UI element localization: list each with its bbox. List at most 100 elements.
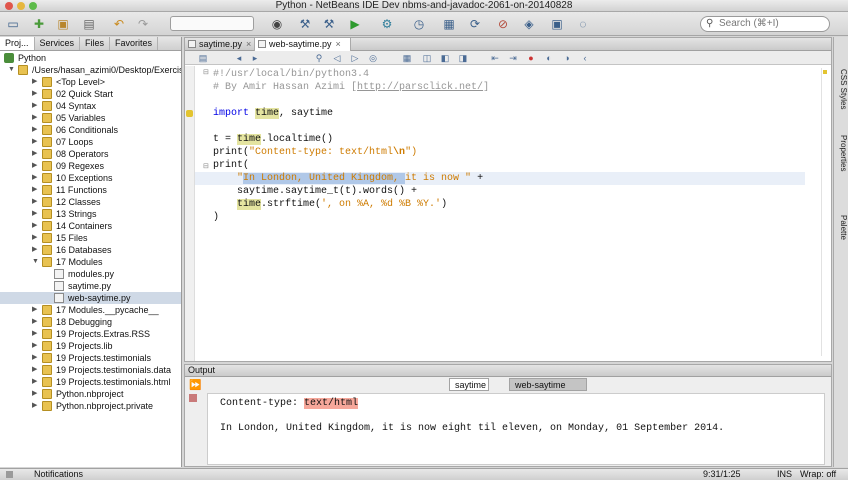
tree-folder-item[interactable]: ▶ 19 Projects.lib [0,340,181,352]
minimize-window-button[interactable] [17,2,25,10]
back-icon[interactable]: ◂ [233,52,245,64]
notifications-label[interactable]: Notifications [34,469,83,480]
new-file-icon[interactable]: ▭ [4,15,22,33]
chevron-right-icon[interactable]: ▶ [32,136,37,148]
chevron-right-icon[interactable]: ▶ [32,364,37,376]
next-bookmark-icon[interactable]: ◨ [457,52,469,64]
new-project-icon[interactable]: ✚ [30,15,48,33]
refresh-icon[interactable]: ◌ [574,15,592,33]
tab-services[interactable]: Services [35,37,81,50]
output-tab-saytime[interactable]: saytime [449,378,489,391]
chevron-right-icon[interactable]: ▶ [32,160,37,172]
open-project-icon[interactable]: ▣ [54,15,72,33]
tab-saytime[interactable]: saytime.py × [185,38,255,51]
close-tab-icon[interactable]: × [336,39,341,49]
chevron-right-icon[interactable]: ▶ [32,376,37,388]
find-next-icon[interactable]: ▷ [349,52,361,64]
fold-icon[interactable]: ⊟ [203,68,209,76]
chevron-right-icon[interactable]: ▶ [32,400,37,412]
code-area[interactable]: #!/usr/local/bin/python3.4 # By Amir Has… [195,66,823,361]
find-selection-icon[interactable]: ◎ [367,52,379,64]
tree-folder-item[interactable]: ▼ 17 Modules [0,256,181,268]
tree-file-item[interactable]: modules.py [0,268,181,280]
tree-folder-item[interactable]: ▶ 14 Containers [0,220,181,232]
source-view-icon[interactable]: ▤ [197,52,209,64]
tree-source-folder[interactable]: ▼ /Users/hasan_azimi0/Desktop/Exercises [0,64,181,76]
stop-icon[interactable] [189,394,197,402]
chevron-right-icon[interactable]: ▶ [32,196,37,208]
output-console[interactable]: Content-type: text/html In London, Unite… [207,393,825,465]
tree-folder-item[interactable]: ▶ 07 Loops [0,136,181,148]
chevron-right-icon[interactable]: ▶ [32,112,37,124]
palette-tab[interactable]: Palette [835,215,848,240]
find-previous-icon[interactable]: ◁ [331,52,343,64]
tree-folder-item[interactable]: ▶ 12 Classes [0,196,181,208]
chevron-right-icon[interactable]: ▶ [32,148,37,160]
run-icon[interactable]: ▶ [346,15,364,33]
error-stripe-marker[interactable] [823,70,827,74]
chevron-right-icon[interactable]: ▶ [32,172,37,184]
toggle-highlight-icon[interactable]: ▦ [401,52,413,64]
tree-folder-item[interactable]: ▶ 19 Projects.testimonials.html [0,376,181,388]
shift-left-icon[interactable]: ⇤ [489,52,501,64]
chevron-right-icon[interactable]: ▶ [32,340,37,352]
build-icon[interactable]: ⚒ [296,15,314,33]
tree-folder-item[interactable]: ▶ <Top Level> [0,76,181,88]
chevron-right-icon[interactable]: ▶ [32,88,37,100]
chevron-right-icon[interactable]: ▶ [32,304,37,316]
chevron-right-icon[interactable]: ▶ [32,220,37,232]
debug-icon[interactable]: ⚙ [378,15,396,33]
tree-folder-item[interactable]: ▶ 16 Databases [0,244,181,256]
tree-file-item[interactable]: web-saytime.py [0,292,181,304]
rerun-icon[interactable]: ⏩ [189,380,201,391]
editor-scrollbar[interactable] [821,68,827,356]
test-icon[interactable]: ▣ [548,15,566,33]
apply-changes-icon[interactable]: ⟳ [466,15,484,33]
profile-project-icon[interactable]: ⊘ [494,15,512,33]
tab-files[interactable]: Files [80,37,111,50]
tab-projects[interactable]: Proj... [0,37,35,50]
tree-file-item[interactable]: saytime.py [0,280,181,292]
tree-folder-item[interactable]: ▶ 06 Conditionals [0,124,181,136]
redo-icon[interactable]: ↷ [134,15,152,33]
set-project-config-icon[interactable]: ◉ [268,15,286,33]
previous-bookmark-icon[interactable]: ◧ [439,52,451,64]
forward-icon[interactable]: ▸ [249,52,261,64]
attach-debugger-icon[interactable]: ▦ [440,15,458,33]
clean-build-icon[interactable]: ⚒ [320,15,338,33]
tree-folder-item[interactable]: ▶ 19 Projects.testimonials [0,352,181,364]
tree-folder-item[interactable]: ▶ 04 Syntax [0,100,181,112]
output-header[interactable]: Output [185,365,831,377]
chevron-right-icon[interactable]: ▶ [32,316,37,328]
warning-icon[interactable] [186,110,193,117]
find-icon[interactable]: ⚲ [313,52,325,64]
close-tab-icon[interactable]: × [246,39,251,49]
start-macro-icon[interactable]: ◐ [543,52,555,64]
undo-icon[interactable]: ↶ [110,15,128,33]
css-styles-tab[interactable]: CSS Styles [835,69,848,109]
tree-folder-item[interactable]: ▶ 13 Strings [0,208,181,220]
tree-folder-item[interactable]: ▶ Python.nbproject.private [0,400,181,412]
save-all-icon[interactable]: ▤ [80,15,98,33]
fold-icon[interactable]: ⊟ [203,162,209,170]
take-snapshot-icon[interactable]: ◈ [520,15,538,33]
close-window-button[interactable] [5,2,13,10]
chevron-right-icon[interactable]: ▶ [32,244,37,256]
search-input[interactable]: ⚲ Search (⌘+I) [700,16,830,32]
tree-folder-item[interactable]: ▶ 15 Files [0,232,181,244]
tree-folder-item[interactable]: ▶ 10 Exceptions [0,172,181,184]
chevron-right-icon[interactable]: ▶ [32,328,37,340]
tree-folder-item[interactable]: ▶ 11 Functions [0,184,181,196]
profile-icon[interactable]: ◷ [410,15,428,33]
chevron-right-icon[interactable]: ▶ [32,208,37,220]
chevron-right-icon[interactable]: ▶ [32,100,37,112]
tree-folder-item[interactable]: ▶ 19 Projects.Extras.RSS [0,328,181,340]
tree-folder-item[interactable]: ▶ 09 Regexes [0,160,181,172]
zoom-window-button[interactable] [29,2,37,10]
chevron-right-icon[interactable]: ▶ [32,352,37,364]
configuration-select[interactable] [170,16,254,31]
chevron-right-icon[interactable]: ▶ [32,184,37,196]
chevron-right-icon[interactable]: ▶ [32,388,37,400]
tree-folder-item[interactable]: ▶ 05 Variables [0,112,181,124]
tree-root[interactable]: Python [0,52,181,64]
